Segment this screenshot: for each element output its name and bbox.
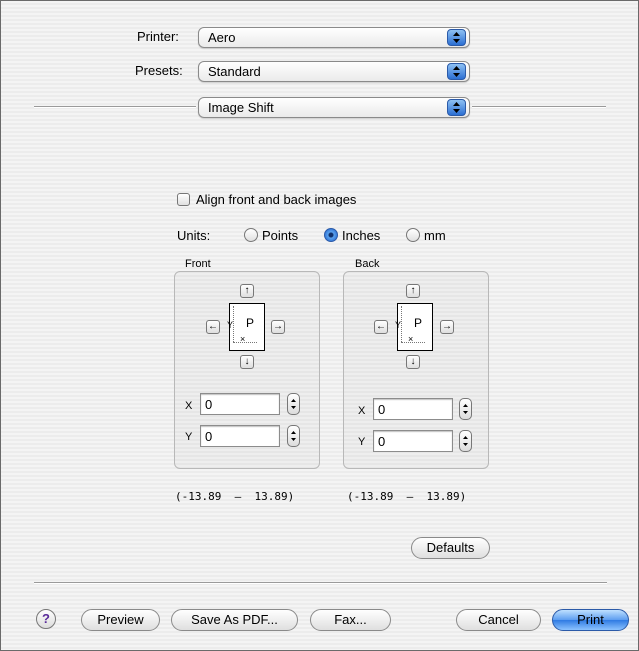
- align-checkbox[interactable]: [177, 193, 190, 206]
- front-y-label: Y: [185, 431, 193, 443]
- back-x-field[interactable]: 0: [373, 398, 453, 420]
- back-title: Back: [355, 258, 380, 270]
- radio-inches-label: Inches: [342, 228, 381, 243]
- radio-mm-label: mm: [424, 228, 446, 243]
- front-x-label: X: [185, 400, 193, 412]
- guide-line: [233, 342, 257, 343]
- presets-popup[interactable]: Standard: [198, 61, 470, 82]
- front-x-stepper[interactable]: [287, 393, 300, 415]
- front-y-stepper[interactable]: [287, 425, 300, 447]
- back-y-label: Y: [358, 436, 366, 448]
- front-range: (-13.89 — 13.89): [175, 490, 295, 503]
- printer-value: Aero: [208, 30, 236, 45]
- front-title: Front: [185, 258, 211, 270]
- radio-mm[interactable]: [406, 228, 420, 242]
- guide-line: [401, 306, 402, 342]
- front-left-arrow-button[interactable]: ←: [206, 320, 220, 334]
- separator-line: [472, 106, 606, 108]
- printer-label: Printer:: [137, 29, 179, 44]
- back-range: (-13.89 — 13.89): [347, 490, 467, 503]
- presets-label: Presets:: [135, 63, 183, 78]
- back-page-letter: P: [414, 316, 423, 330]
- units-label: Units:: [177, 228, 211, 243]
- print-dialog: Printer: Aero Presets: Standard Image Sh…: [0, 0, 639, 651]
- printer-popup[interactable]: Aero: [198, 27, 470, 48]
- back-right-arrow-button[interactable]: →: [440, 320, 454, 334]
- guide-line: [233, 306, 234, 342]
- arrow-left-icon: ←: [208, 321, 218, 332]
- presets-value: Standard: [208, 64, 261, 79]
- back-page-icon: Y P ×: [395, 303, 433, 351]
- align-label: Align front and back images: [196, 192, 357, 207]
- back-x-label: X: [358, 405, 366, 417]
- front-y-field[interactable]: 0: [200, 425, 280, 447]
- front-up-arrow-button[interactable]: ↑: [240, 284, 254, 298]
- arrow-right-icon: →: [273, 321, 283, 332]
- front-page-icon: Y P ×: [227, 303, 265, 351]
- print-button[interactable]: Print: [552, 609, 629, 631]
- guide-line: [401, 342, 425, 343]
- back-down-arrow-button[interactable]: ↓: [406, 355, 420, 369]
- preview-button[interactable]: Preview: [81, 609, 160, 631]
- front-x-field[interactable]: 0: [200, 393, 280, 415]
- back-up-arrow-button[interactable]: ↑: [406, 284, 420, 298]
- arrow-up-icon: ↑: [410, 285, 416, 296]
- front-down-arrow-button[interactable]: ↓: [240, 355, 254, 369]
- radio-points[interactable]: [244, 228, 258, 242]
- arrow-down-icon: ↓: [410, 356, 416, 367]
- popup-arrows-icon: [447, 63, 466, 80]
- panel-popup[interactable]: Image Shift: [198, 97, 470, 118]
- popup-arrows-icon: [447, 99, 466, 116]
- save-as-pdf-button[interactable]: Save As PDF...: [171, 609, 298, 631]
- arrow-down-icon: ↓: [244, 356, 250, 367]
- popup-arrows-icon: [447, 29, 466, 46]
- cancel-button[interactable]: Cancel: [456, 609, 541, 631]
- back-left-arrow-button[interactable]: ←: [374, 320, 388, 334]
- front-right-arrow-button[interactable]: →: [271, 320, 285, 334]
- radio-points-label: Points: [262, 228, 299, 243]
- separator-line: [34, 106, 196, 108]
- back-x-stepper[interactable]: [459, 398, 472, 420]
- separator-line: [34, 582, 607, 584]
- help-button[interactable]: ?: [36, 609, 56, 629]
- arrow-left-icon: ←: [376, 321, 386, 332]
- back-y-field[interactable]: 0: [373, 430, 453, 452]
- back-y-stepper[interactable]: [459, 430, 472, 452]
- panel-value: Image Shift: [208, 100, 274, 115]
- arrow-right-icon: →: [442, 321, 452, 332]
- radio-inches[interactable]: [324, 228, 338, 242]
- defaults-button[interactable]: Defaults: [411, 537, 490, 559]
- fax-button[interactable]: Fax...: [310, 609, 391, 631]
- front-page-letter: P: [246, 316, 255, 330]
- arrow-up-icon: ↑: [244, 285, 250, 296]
